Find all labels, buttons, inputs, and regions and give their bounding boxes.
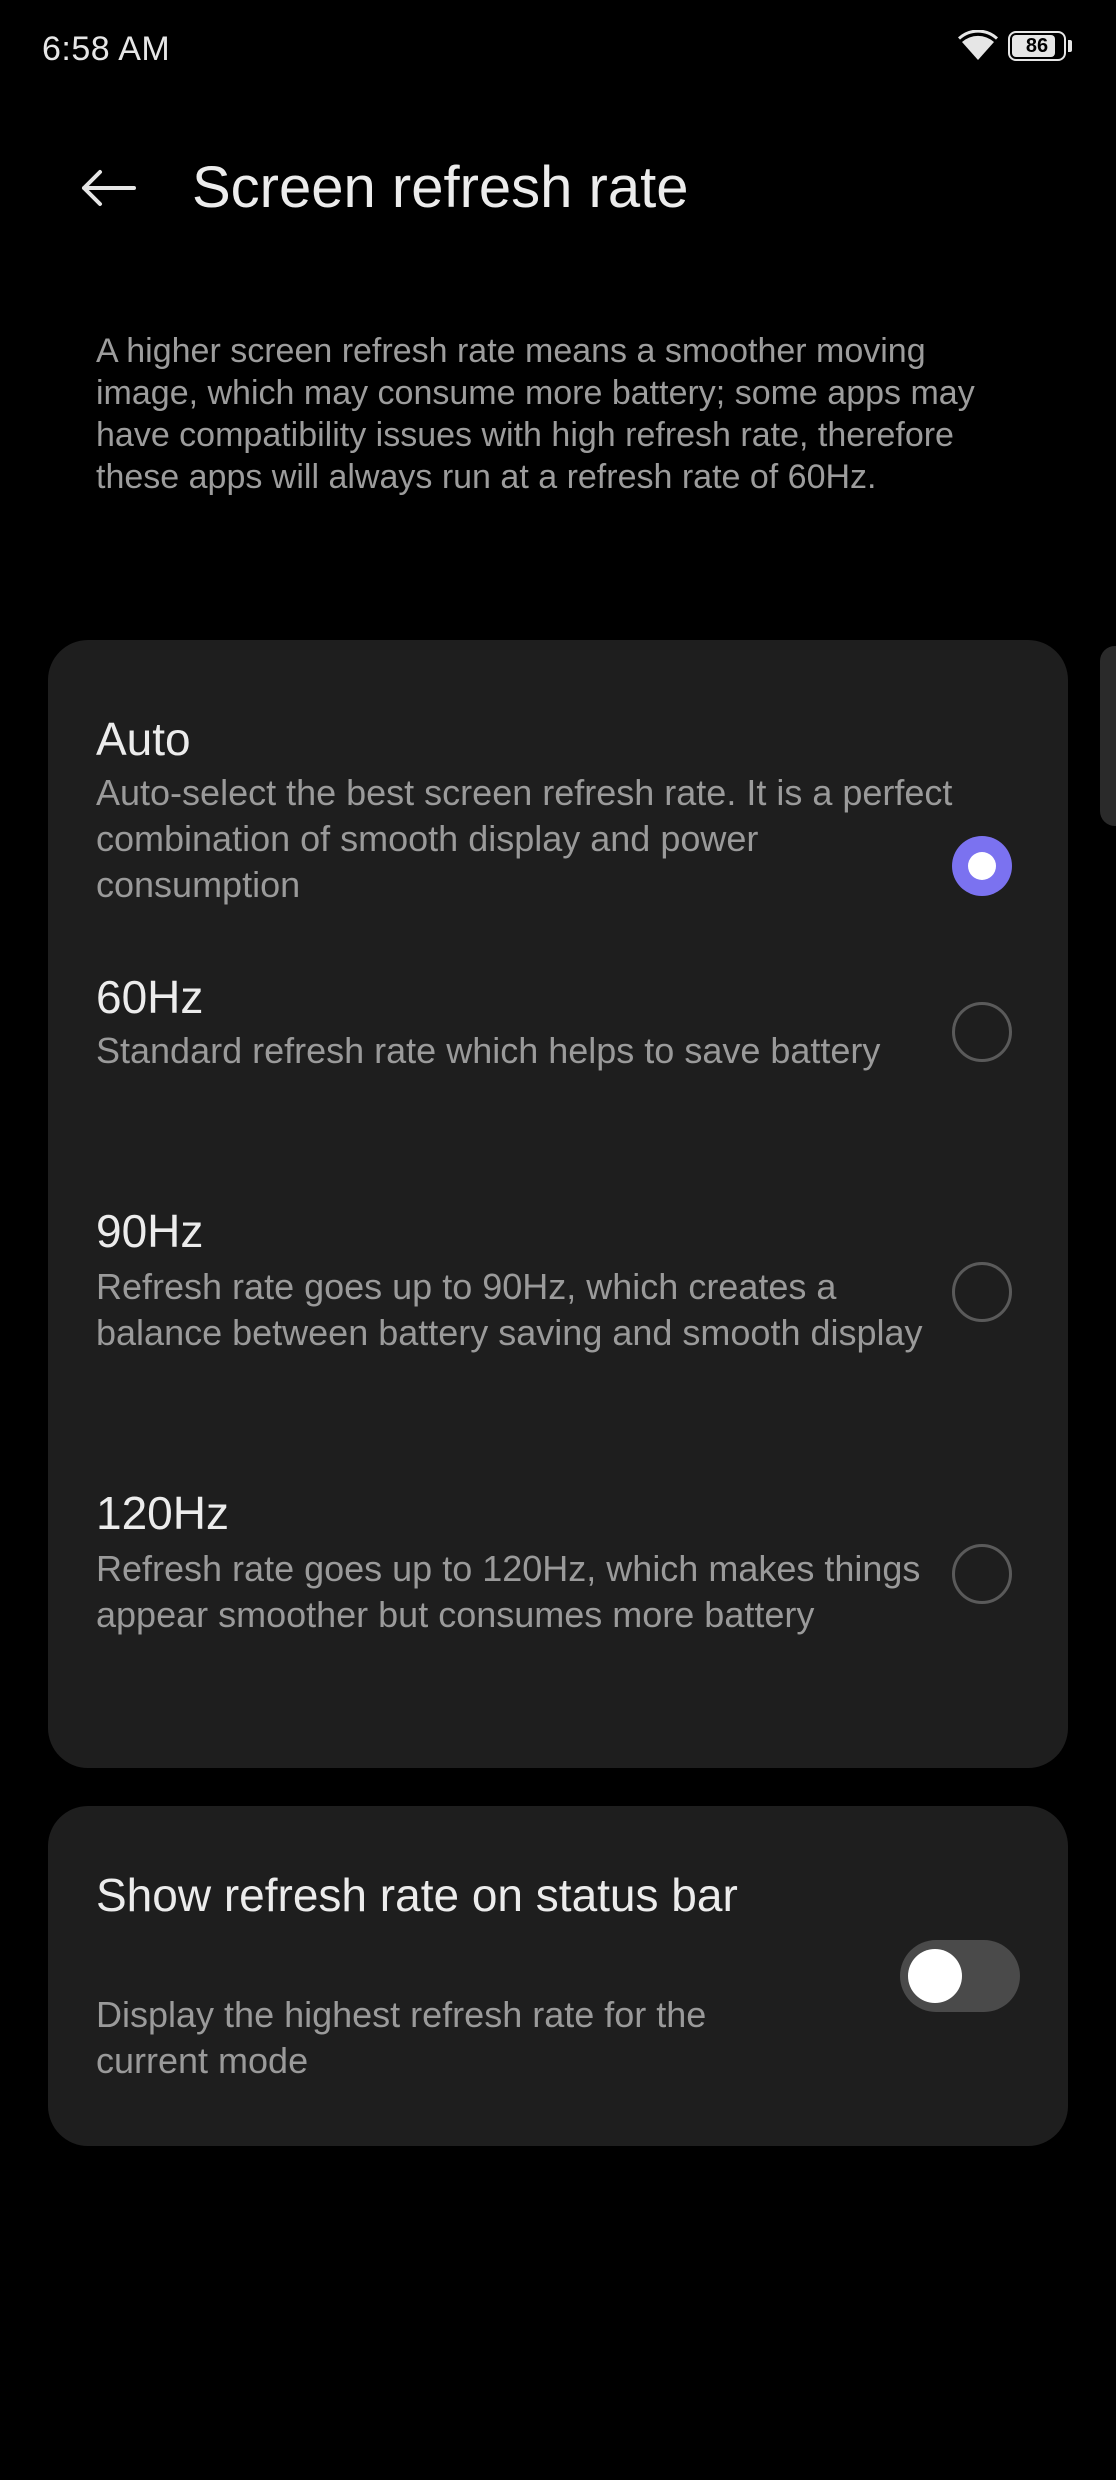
- edge-panel-handle[interactable]: [1100, 646, 1116, 826]
- back-button[interactable]: [70, 160, 146, 220]
- status-icons: 86: [958, 30, 1072, 62]
- page-title: Screen refresh rate: [192, 155, 689, 220]
- battery-icon: 86: [1008, 30, 1072, 62]
- header: Screen refresh rate: [0, 140, 1116, 240]
- option-title: 90Hz: [96, 1205, 204, 1257]
- radio-90hz[interactable]: [952, 1262, 1012, 1322]
- option-description: Refresh rate goes up to 120Hz, which mak…: [96, 1548, 921, 1635]
- radio-auto[interactable]: [952, 836, 1012, 896]
- toggle-title: Show refresh rate on status bar: [96, 1869, 738, 1921]
- option-title: 120Hz: [96, 1487, 229, 1539]
- status-bar-refresh-card[interactable]: Show refresh rate on status bar Display …: [48, 1806, 1068, 2146]
- option-title: 60Hz: [96, 971, 204, 1023]
- status-time: 6:58 AM: [42, 30, 171, 68]
- option-description: Refresh rate goes up to 90Hz, which crea…: [96, 1266, 923, 1353]
- status-bar: 6:58 AM 86: [0, 0, 1116, 100]
- option-60hz[interactable]: 60Hz Standard refresh rate which helps t…: [48, 970, 1068, 1140]
- radio-120hz[interactable]: [952, 1544, 1012, 1604]
- option-description: Auto-select the best screen refresh rate…: [96, 772, 953, 905]
- show-refresh-rate-toggle[interactable]: [900, 1940, 1020, 2012]
- refresh-rate-options-card: Auto Auto-select the best screen refresh…: [48, 640, 1068, 1768]
- arrow-left-icon: [78, 168, 138, 213]
- toggle-description: Display the highest refresh rate for the…: [96, 1994, 707, 2081]
- toggle-knob: [908, 1949, 962, 2003]
- page-description: A higher screen refresh rate means a smo…: [96, 332, 975, 496]
- option-90hz[interactable]: 90Hz Refresh rate goes up to 90Hz, which…: [48, 1204, 1068, 1404]
- option-auto[interactable]: Auto Auto-select the best screen refresh…: [48, 702, 1068, 905]
- radio-60hz[interactable]: [952, 1002, 1012, 1062]
- option-120hz[interactable]: 120Hz Refresh rate goes up to 120Hz, whi…: [48, 1486, 1068, 1686]
- battery-body: 86: [1008, 31, 1066, 61]
- battery-cap: [1068, 40, 1072, 52]
- option-description: Standard refresh rate which helps to sav…: [96, 1030, 881, 1071]
- battery-level: 86: [1025, 34, 1049, 57]
- wifi-icon: [958, 30, 998, 62]
- option-title: Auto: [96, 713, 191, 765]
